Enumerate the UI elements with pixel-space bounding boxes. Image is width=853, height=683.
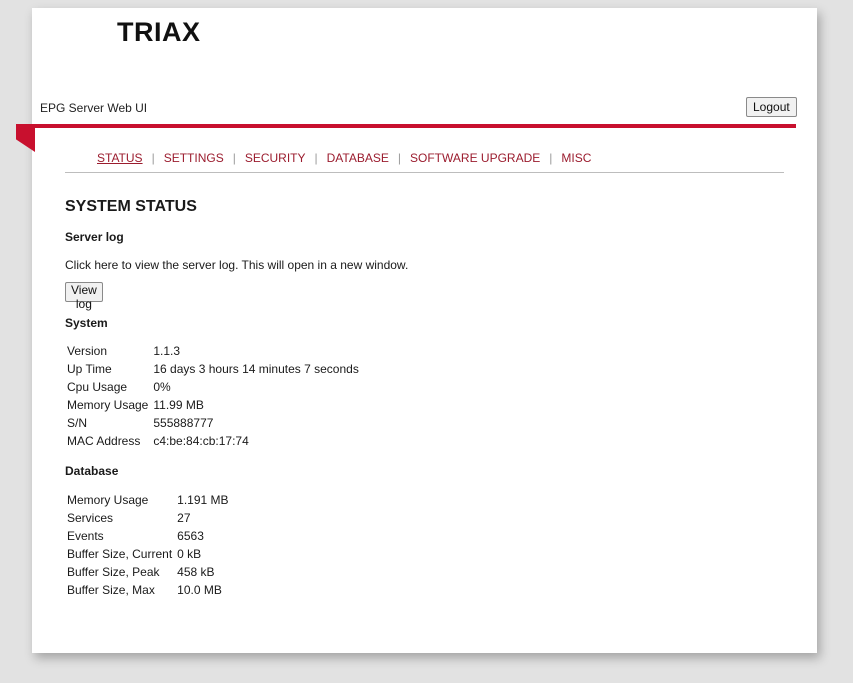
system-uptime-value: 16 days 3 hours 14 minutes 7 seconds	[153, 362, 359, 376]
db-memory-label: Memory Usage	[67, 493, 149, 507]
system-info-table: Version 1.1.3 Up Time 16 days 3 hours 14…	[65, 342, 361, 450]
view-log-button[interactable]: View log	[65, 282, 103, 311]
db-buffer-current-value: 0 kB	[177, 547, 202, 561]
nav-item-security[interactable]: SECURITY	[245, 151, 306, 165]
table-row: Buffer Size, Current 0 kB	[65, 545, 231, 563]
header-accent-flag	[16, 124, 35, 152]
nav-item-settings[interactable]: SETTINGS	[164, 151, 224, 165]
db-buffer-peak-value: 458 kB	[177, 565, 215, 579]
system-serial-value: 555888777	[153, 416, 214, 430]
db-events-value: 6563	[177, 529, 204, 543]
db-events-label: Events	[67, 529, 104, 543]
nav-item-status[interactable]: STATUS	[97, 151, 143, 165]
db-buffer-current-label: Buffer Size, Current	[67, 547, 173, 561]
table-row: MAC Address c4:be:84:cb:17:74	[65, 432, 361, 450]
nav-separator: |	[151, 151, 155, 165]
page-title: SYSTEM STATUS	[65, 198, 197, 215]
table-row: Memory Usage 11.99 MB	[65, 396, 361, 414]
nav-item-misc[interactable]: MISC	[561, 151, 591, 165]
db-memory-value: 1.191 MB	[177, 493, 229, 507]
db-buffer-max-value: 10.0 MB	[177, 583, 222, 597]
main-nav: STATUS | SETTINGS | SECURITY | DATABASE | SOFTWA…	[97, 151, 591, 165]
triax-logo: TRIAX	[117, 17, 201, 47]
system-mac-label: MAC Address	[67, 434, 141, 448]
server-log-description: Click here to view the server log. This …	[65, 258, 409, 272]
db-buffer-max-label: Buffer Size, Max	[67, 583, 155, 597]
system-memory-label: Memory Usage	[67, 398, 149, 412]
table-row: Events 6563	[65, 527, 231, 545]
system-uptime-label: Up Time	[67, 362, 112, 376]
table-row: Memory Usage 1.191 MB	[65, 491, 231, 509]
nav-separator: |	[549, 151, 553, 165]
table-row: Buffer Size, Max 10.0 MB	[65, 581, 231, 599]
header-accent-bar	[16, 124, 796, 128]
table-row: Version 1.1.3	[65, 342, 361, 360]
database-info-table: Memory Usage 1.191 MB Services 27 Events…	[65, 491, 231, 599]
db-services-value: 27	[177, 511, 191, 525]
table-row: Cpu Usage 0%	[65, 378, 361, 396]
table-row: Buffer Size, Peak 458 kB	[65, 563, 231, 581]
logout-button[interactable]: Logout	[746, 97, 797, 117]
system-cpu-value: 0%	[153, 380, 171, 394]
nav-item-database[interactable]: DATABASE	[327, 151, 389, 165]
nav-item-software-upgrade[interactable]: SOFTWARE UPGRADE	[410, 151, 540, 165]
nav-separator: |	[314, 151, 318, 165]
system-cpu-label: Cpu Usage	[67, 380, 128, 394]
db-buffer-peak-label: Buffer Size, Peak	[67, 565, 160, 579]
table-row: S/N 555888777	[65, 414, 361, 432]
nav-separator: |	[232, 151, 236, 165]
page-container: TRIAX EPG Server Web UI Logout STATUS | SE…	[16, 8, 817, 653]
system-memory-value: 11.99 MB	[153, 398, 204, 412]
nav-separator: |	[397, 151, 402, 165]
server-log-heading: Server log	[65, 230, 124, 244]
app-title: EPG Server Web UI	[40, 101, 148, 115]
table-row: Services 27	[65, 509, 231, 527]
system-version-label: Version	[67, 344, 108, 358]
system-version-value: 1.1.3	[153, 344, 181, 358]
system-mac-value: c4:be:84:cb:17:74	[153, 434, 249, 448]
database-heading: Database	[65, 464, 119, 478]
table-row: Up Time 16 days 3 hours 14 minutes 7 sec…	[65, 360, 361, 378]
system-serial-label: S/N	[67, 416, 88, 430]
nav-divider	[65, 172, 784, 173]
db-services-label: Services	[67, 511, 114, 525]
system-heading: System	[65, 316, 108, 330]
